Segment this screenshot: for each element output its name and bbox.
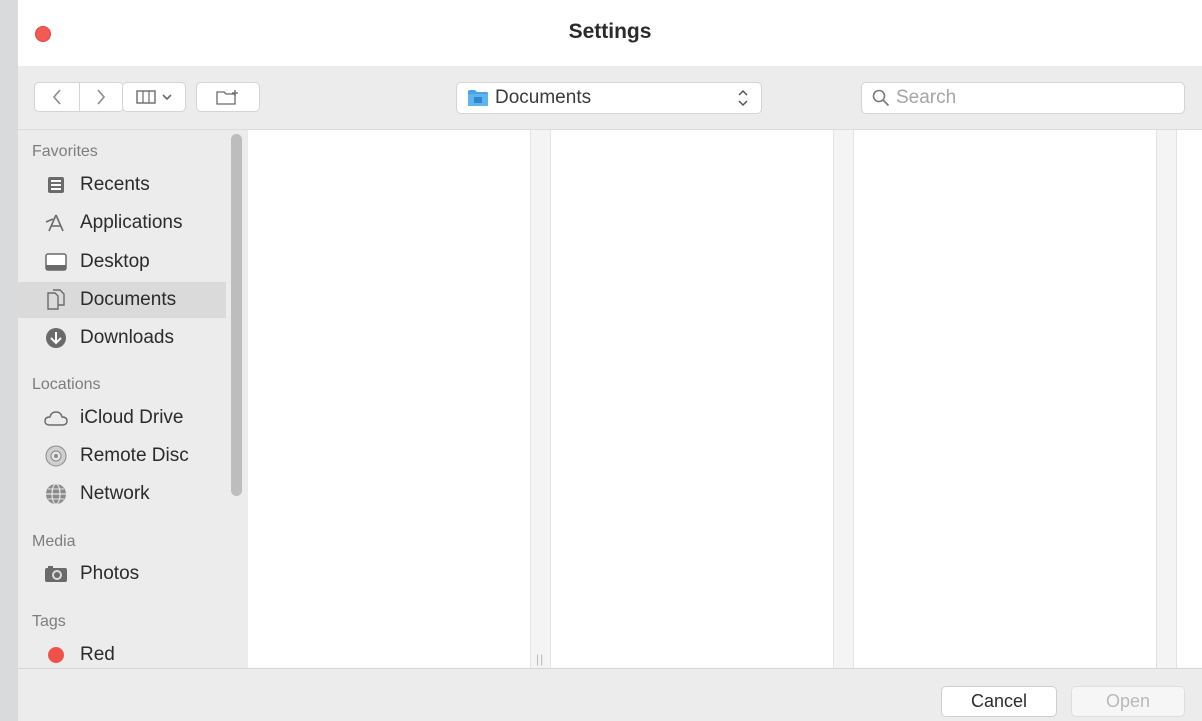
- sidebar-item-recents[interactable]: Recents: [18, 167, 226, 203]
- sidebar-header-tags: Tags: [32, 613, 66, 630]
- column-divider[interactable]: [1156, 130, 1176, 668]
- sidebar-item-label: Red: [80, 644, 115, 665]
- chevron-down-icon: [162, 94, 172, 101]
- sidebar-header-favorites: Favorites: [32, 143, 98, 160]
- search-field[interactable]: [861, 82, 1185, 114]
- new-folder-icon: [216, 90, 238, 105]
- sidebar-item-network[interactable]: Network: [18, 476, 226, 512]
- network-icon: [44, 482, 68, 506]
- chevron-left-icon: [52, 89, 61, 105]
- sidebar-item-label: Remote Disc: [80, 445, 189, 466]
- cancel-button[interactable]: Cancel: [941, 686, 1057, 717]
- open-button[interactable]: Open: [1071, 686, 1185, 717]
- search-input[interactable]: [896, 87, 1166, 109]
- sidebar-item-remote-disc[interactable]: Remote Disc: [18, 438, 226, 474]
- forward-button[interactable]: [80, 83, 124, 111]
- sidebar-item-label: Documents: [80, 289, 177, 310]
- sidebar-scrollbar[interactable]: [231, 134, 242, 496]
- dialog-footer: Cancel Open: [18, 668, 1202, 721]
- toolbar: Documents: [18, 66, 1202, 130]
- downloads-icon: [44, 326, 68, 350]
- view-mode-button[interactable]: [122, 82, 186, 112]
- column-resize-handle[interactable]: ||: [536, 652, 544, 666]
- back-forward-group: [34, 82, 124, 112]
- desktop-icon: [44, 250, 68, 274]
- location-label: Documents: [495, 87, 592, 108]
- updown-arrows-icon: [737, 88, 749, 108]
- search-icon: [872, 89, 890, 107]
- column-view-icon: [136, 90, 156, 104]
- cloud-icon: [44, 406, 68, 430]
- sidebar: Favorites Recents Applications Desktop D…: [18, 130, 248, 668]
- chevron-right-icon: [97, 89, 106, 105]
- disc-icon: [44, 444, 68, 468]
- column-browser: ||: [248, 130, 1202, 668]
- sidebar-item-desktop[interactable]: Desktop: [18, 244, 226, 280]
- sidebar-header-locations: Locations: [32, 376, 101, 393]
- sidebar-item-label: iCloud Drive: [80, 407, 184, 428]
- sidebar-item-label: Applications: [80, 212, 183, 233]
- sidebar-item-label: Network: [80, 483, 150, 504]
- documents-icon: [44, 288, 68, 312]
- sidebar-item-downloads[interactable]: Downloads: [18, 320, 226, 356]
- applications-icon: [44, 211, 68, 235]
- sidebar-header-media: Media: [32, 533, 76, 550]
- sidebar-item-documents[interactable]: Documents: [18, 282, 226, 318]
- sidebar-item-label: Downloads: [80, 327, 174, 348]
- camera-icon: [44, 562, 68, 586]
- location-popup[interactable]: Documents: [456, 82, 762, 114]
- red-tag-icon: [44, 643, 68, 667]
- title-bar: Settings: [18, 0, 1202, 66]
- folder-icon: [467, 89, 489, 107]
- column-divider[interactable]: [833, 130, 853, 668]
- open-dialog-window: Settings Documents Search Favorites Rece…: [18, 0, 1202, 721]
- sidebar-item-label: Desktop: [80, 251, 150, 272]
- window-title: Settings: [568, 20, 652, 43]
- back-button[interactable]: [35, 83, 79, 111]
- sidebar-item-label: Recents: [80, 174, 150, 195]
- recents-icon: [44, 173, 68, 197]
- column-divider[interactable]: [530, 130, 550, 668]
- sidebar-item-photos[interactable]: Photos: [18, 556, 226, 592]
- sidebar-item-applications[interactable]: Applications: [18, 205, 226, 241]
- sidebar-item-label: Photos: [80, 563, 140, 584]
- new-folder-button[interactable]: [196, 82, 260, 112]
- sidebar-item-icloud-drive[interactable]: iCloud Drive: [18, 400, 226, 436]
